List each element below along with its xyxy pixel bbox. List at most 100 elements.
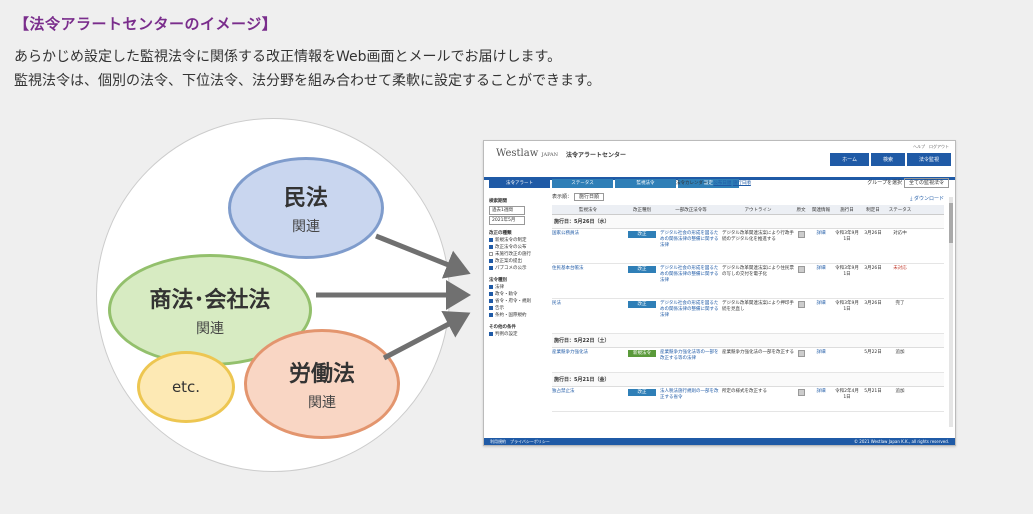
filter-sidebar: 検索期間過去1週間 2021年5月改正の種類新規法令の制定 改正法令の公布 未施行改正… <box>489 193 547 338</box>
period-label: 検索期間 <box>489 199 507 204</box>
calendar-promulgation[interactable]: 公布日順 <box>713 181 731 186</box>
period-select[interactable]: 2021年5月 <box>489 216 525 225</box>
kind-label: 改正の種類 <box>489 231 512 236</box>
document-icon[interactable] <box>797 266 805 273</box>
row-status[interactable]: 追加 <box>886 350 914 370</box>
other-checkbox[interactable]: 判例の設定 <box>489 331 547 338</box>
document-icon[interactable] <box>797 350 805 357</box>
law-type-checkbox[interactable]: 法律 <box>489 284 547 291</box>
row-kind-badge: 新規法令 <box>628 350 656 357</box>
row-related[interactable]: 詳細 <box>808 389 834 409</box>
checkbox-icon[interactable] <box>489 244 493 249</box>
alert-list: 表示順： 施行日順 ⤓ ダウンロード 監視法令 改正種別 一部改正法令等 アウトライン 原… <box>552 193 944 412</box>
row-outline: 所定の様式を改正する <box>722 389 767 394</box>
table-row[interactable]: 独占禁止法 改正 法人税法施行規則の一部を改正する省令 所定の様式を改正する 詳細 令和2… <box>552 387 944 412</box>
row-related[interactable]: 詳細 <box>808 301 834 331</box>
app-header: Westlaw JAPAN 法令アラートセンター ヘルプ ログアウト ホーム 検… <box>484 141 955 180</box>
nav-home[interactable]: ホーム <box>830 153 869 166</box>
row-law[interactable]: 産業競争力強化法 <box>552 350 624 370</box>
row-related[interactable]: 詳細 <box>808 231 834 261</box>
row-kind-badge: 改正 <box>628 301 656 308</box>
kind-checkbox[interactable]: 改正法令の公布 <box>489 244 547 251</box>
row-amend-law[interactable]: 産業競争力強化法等の一部を改正する等の法律 <box>660 350 722 370</box>
checkbox-icon[interactable] <box>489 312 493 317</box>
tab-monitored[interactable]: 監視法令 <box>615 179 676 188</box>
checkbox-label: 条約・国際規約 <box>495 313 527 318</box>
nav-search[interactable]: 検索 <box>870 153 905 166</box>
alert-center-screenshot: Westlaw JAPAN 法令アラートセンター ヘルプ ログアウト ホーム 検… <box>483 140 956 446</box>
kind-checkbox[interactable]: 新規法令の制定 <box>489 237 547 244</box>
row-amend-law[interactable]: デジタル社会の形成を図るための関係法律の整備に関する法律 <box>660 231 722 261</box>
table-body: 施行日：5月26日（水） 国家公務員法 改正 デジタル社会の形成を図るための関係法律の… <box>552 215 944 412</box>
checkbox-label: 法律 <box>495 285 504 290</box>
table-row[interactable]: 産業競争力強化法 新規法令 産業競争力強化法等の一部を改正する等の法律 産業競争力強化… <box>552 348 944 373</box>
table-row[interactable]: 民法 改正 デジタル社会の形成を図るための関係法律の整備に関する法律 デジタル改革関連… <box>552 299 944 334</box>
row-kind-badge: 改正 <box>628 389 656 396</box>
table-row[interactable]: 住民基本台帳法 改正 デジタル社会の形成を図るための関係法律の整備に関する法律 デジタ… <box>552 264 944 299</box>
checkbox-icon[interactable] <box>489 305 493 310</box>
document-icon[interactable] <box>797 389 805 396</box>
checkbox-icon[interactable] <box>489 237 493 242</box>
checkbox-icon[interactable] <box>489 265 493 270</box>
checkbox-icon[interactable] <box>489 291 493 296</box>
tab-alert[interactable]: 法令アラート <box>489 179 550 188</box>
row-effective-date: 令和3年9月1日 <box>835 301 859 312</box>
row-amend-law[interactable]: 法人税法施行規則の一部を改正する省令 <box>660 389 722 409</box>
app-footer: 利用規約 プライバシーポリシー © 2021 Westlaw Japan K.K… <box>484 438 955 445</box>
row-law[interactable]: 民法 <box>552 301 624 331</box>
kind-checkbox[interactable]: パブコメの公示 <box>489 265 547 272</box>
law-type-label: 法令種別 <box>489 278 507 283</box>
kind-checkbox[interactable]: 改正案の提出 <box>489 258 547 265</box>
calendar-effective[interactable]: 施行日順 <box>733 181 751 186</box>
law-type-checkbox[interactable]: 条約・国際規約 <box>489 312 547 319</box>
row-related[interactable]: 詳細 <box>808 350 834 370</box>
row-status[interactable]: 追加 <box>886 389 914 409</box>
checkbox-label: 政令・勅令 <box>495 292 518 297</box>
scrollbar[interactable] <box>949 197 953 427</box>
utility-links[interactable]: ヘルプ ログアウト <box>913 144 949 150</box>
checkbox-label: 新規法令の制定 <box>495 238 527 243</box>
row-related[interactable]: 詳細 <box>808 266 834 296</box>
checkbox-icon[interactable] <box>489 258 493 263</box>
download-link[interactable]: ⤓ ダウンロード <box>910 195 944 202</box>
period-select[interactable]: 過去1週間 <box>489 206 525 215</box>
row-law[interactable]: 住民基本台帳法 <box>552 266 624 296</box>
checkbox-icon[interactable] <box>489 284 493 289</box>
date-group-header: 施行日：5月26日（水） <box>552 215 944 229</box>
document-icon[interactable] <box>797 231 805 238</box>
nav-monitor[interactable]: 法令監視 <box>906 153 951 166</box>
law-type-checkbox[interactable]: 省令・府令・規則 <box>489 298 547 305</box>
sort-filter[interactable]: 表示順： 施行日順 ⤓ ダウンロード <box>552 193 944 205</box>
arrow-labor <box>382 311 471 361</box>
row-law[interactable]: 国家公務員法 <box>552 231 624 261</box>
checkbox-icon[interactable] <box>489 331 493 336</box>
row-date: 5月21日 <box>864 389 882 394</box>
row-status[interactable]: 対応中 <box>886 231 914 261</box>
date-group-header: 施行日：5月22日（土） <box>552 334 944 348</box>
app-title: 法令アラートセンター <box>566 152 627 159</box>
row-amend-law[interactable]: デジタル社会の形成を図るための関係法律の整備に関する法律 <box>660 301 722 331</box>
column-header: 原文 <box>796 207 806 213</box>
tab-status[interactable]: ステータス <box>552 179 613 188</box>
row-outline: デジタル改革関連法案により押印手続を見直し <box>722 301 794 312</box>
column-header: 制定日 <box>866 207 880 213</box>
column-header: ステータス <box>888 207 912 213</box>
checkbox-icon[interactable] <box>489 251 493 256</box>
kind-checkbox[interactable]: 未施行改正の施行 <box>489 251 547 258</box>
column-header: 施行日 <box>840 207 854 213</box>
table-header: 監視法令 改正種別 一部改正法令等 アウトライン 原文 関連情報 施行日 制定日 ステータス <box>552 205 944 215</box>
group-select[interactable]: グループを選択 全ての監視法令 <box>867 178 949 188</box>
row-date: 3月26日 <box>864 301 882 306</box>
checkbox-icon[interactable] <box>489 298 493 303</box>
row-kind-badge: 改正 <box>628 266 656 273</box>
document-icon[interactable] <box>797 301 805 308</box>
law-type-checkbox[interactable]: 政令・勅令 <box>489 291 547 298</box>
row-law[interactable]: 独占禁止法 <box>552 389 624 409</box>
row-status[interactable]: 未対応 <box>886 266 914 296</box>
row-status[interactable]: 完了 <box>886 301 914 331</box>
law-type-checkbox[interactable]: 告示 <box>489 305 547 312</box>
row-amend-law[interactable]: デジタル社会の形成を図るための関係法律の整備に関する法律 <box>660 266 722 296</box>
row-date: 3月26日 <box>864 231 882 236</box>
table-row[interactable]: 国家公務員法 改正 デジタル社会の形成を図るための関係法律の整備に関する法律 デジタル… <box>552 229 944 264</box>
column-header: 改正種別 <box>633 207 651 213</box>
